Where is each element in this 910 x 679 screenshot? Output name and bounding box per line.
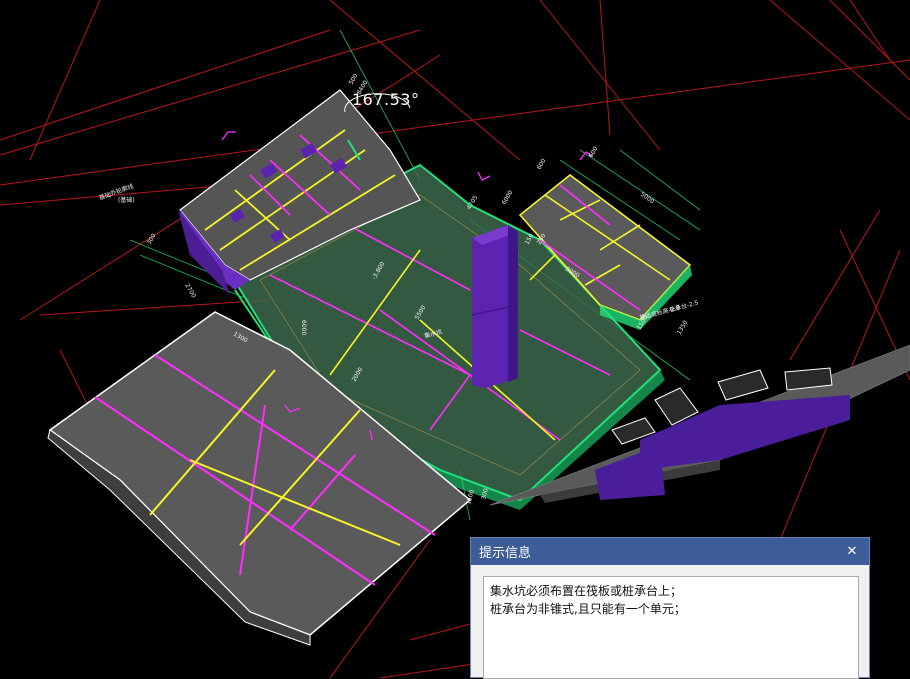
dim-label: 6000 xyxy=(300,320,307,335)
dialog-titlebar[interactable]: 提示信息 ✕ xyxy=(471,538,869,565)
message-line: 桩承台为非锥式,且只能有一个单元； xyxy=(490,602,686,616)
core-tower xyxy=(471,225,519,388)
angle-readout: 167.53° xyxy=(352,90,420,109)
close-icon[interactable]: ✕ xyxy=(843,543,861,561)
message-box[interactable]: 集水坑必须布置在筏板或桩承台上； 桩承台为非锥式,且只能有一个单元； xyxy=(483,576,859,679)
hint-dialog[interactable]: 提示信息 ✕ 集水坑必须布置在筏板或桩承台上； 桩承台为非锥式,且只能有一个单元… xyxy=(470,537,870,679)
annotation-base: (基础) xyxy=(118,196,135,204)
message-line: 集水坑必须布置在筏板或桩承台上； xyxy=(490,584,683,598)
dialog-title: 提示信息 xyxy=(479,546,532,561)
